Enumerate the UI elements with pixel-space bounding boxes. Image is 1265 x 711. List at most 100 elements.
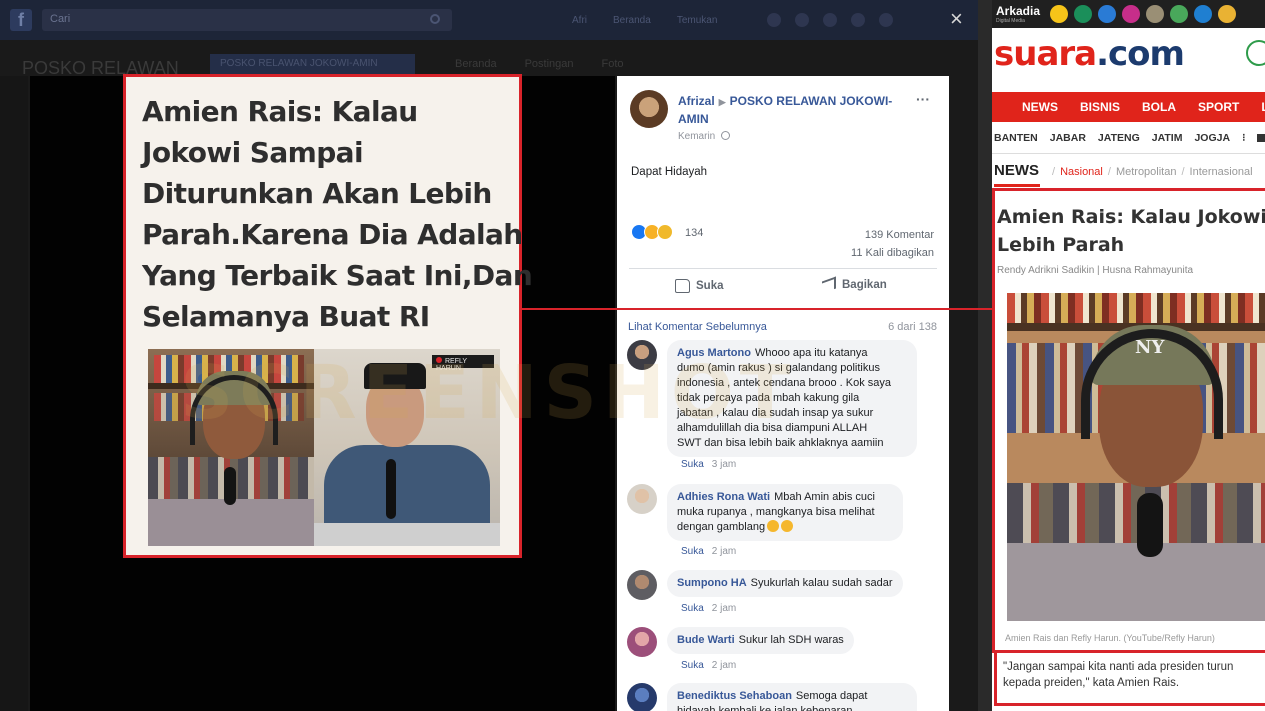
nav-bola[interactable]: BOLA bbox=[1142, 100, 1176, 114]
article-title: Amien Rais: Kalau Jokowi Lebih Parah bbox=[997, 203, 1265, 259]
extension-icon[interactable] bbox=[1218, 5, 1237, 23]
meme-headline-line: Diturunkan Akan Lebih bbox=[142, 177, 492, 210]
like-button[interactable]: Suka bbox=[675, 279, 724, 293]
laughing-emoji-icon bbox=[781, 520, 794, 532]
laptop bbox=[314, 523, 500, 546]
notifications-icon[interactable] bbox=[823, 13, 838, 27]
reaction-icons[interactable] bbox=[631, 224, 673, 240]
extension-icon[interactable] bbox=[1194, 5, 1213, 23]
extension-icon[interactable] bbox=[1146, 5, 1165, 23]
breadcrumb-news[interactable]: NEWS bbox=[994, 162, 1039, 179]
avatar[interactable] bbox=[627, 570, 657, 600]
meme-image[interactable]: Amien Rais: Kalau Jokowi Sampai Diturunk… bbox=[123, 74, 533, 558]
region-jateng[interactable]: JATENG bbox=[1098, 132, 1140, 144]
post-time-label: Kemarin bbox=[678, 131, 716, 142]
suara-logo-main: suara bbox=[994, 34, 1097, 74]
tab-posts[interactable]: Postingan bbox=[525, 58, 574, 70]
microphone-icon bbox=[1137, 493, 1163, 557]
suara-main-nav: NEWS BISNIS BOLA SPORT L bbox=[992, 92, 1265, 122]
nav-sport[interactable]: SPORT bbox=[1198, 100, 1239, 114]
arrow-right-icon: ▶ bbox=[718, 97, 726, 107]
close-icon[interactable]: × bbox=[950, 8, 963, 30]
avatar[interactable] bbox=[630, 90, 668, 128]
nav-discover[interactable]: Temukan bbox=[677, 15, 718, 26]
share-count[interactable]: 11 Kali dibagikan bbox=[851, 244, 934, 262]
comment-like-link[interactable]: Suka bbox=[681, 546, 704, 557]
region-nav: BANTEN JABAR JATENG JATIM JOGJA ⁝ bbox=[994, 132, 1265, 144]
extension-icon[interactable] bbox=[1074, 5, 1093, 23]
view-previous-comments-link[interactable]: Lihat Komentar Sebelumnya bbox=[628, 321, 767, 333]
comment-like-link[interactable]: Suka bbox=[681, 603, 704, 614]
meme-headline-line: Selamanya Buat RI bbox=[142, 300, 430, 333]
facebook-logo-icon[interactable]: f bbox=[10, 9, 32, 31]
nav-news[interactable]: NEWS bbox=[1022, 100, 1058, 114]
commenter-name[interactable]: Sumpono HA bbox=[677, 577, 747, 589]
article-photo[interactable]: NY bbox=[1007, 293, 1265, 621]
region-banten[interactable]: BANTEN bbox=[994, 132, 1038, 144]
region-more[interactable]: ⁝ bbox=[1242, 132, 1245, 144]
comment: Adhies Rona Wati Mbah Amin abis cuci muka… bbox=[627, 484, 937, 564]
comment-time[interactable]: 3 jam bbox=[712, 459, 736, 470]
video-camera-icon[interactable] bbox=[1257, 134, 1265, 142]
comment-count[interactable]: 139 Komentar bbox=[851, 226, 934, 244]
search-input[interactable]: Cari bbox=[42, 9, 452, 31]
comment-bubble: Benediktus Sehaboan Semoga dapat hidayah … bbox=[667, 683, 917, 711]
haha-reaction-icon bbox=[657, 224, 673, 240]
nav-home[interactable]: Beranda bbox=[613, 15, 651, 26]
suara-logo[interactable]: suara.com bbox=[994, 34, 1185, 74]
laptop bbox=[148, 499, 314, 546]
comment-time[interactable]: 2 jam bbox=[712, 546, 736, 557]
connector-line bbox=[522, 308, 994, 310]
tab-home[interactable]: Beranda bbox=[455, 58, 497, 70]
post-timestamp[interactable]: Kemarin bbox=[678, 131, 731, 142]
article-quote: "Jangan sampai kita nanti ada presiden t… bbox=[994, 650, 1265, 706]
commenter-name[interactable]: Benediktus Sehaboan bbox=[677, 690, 792, 702]
suara-page: suara.com NEWS BISNIS BOLA SPORT L BANTE… bbox=[992, 28, 1265, 711]
page-cover-bar: POSKO RELAWAN JOKOWI-AMIN bbox=[210, 54, 415, 74]
theater-left-strip bbox=[0, 76, 28, 711]
friends-icon[interactable] bbox=[767, 13, 782, 27]
nav-profile[interactable]: Afri bbox=[572, 15, 587, 26]
author-link[interactable]: Afrizal bbox=[678, 94, 715, 108]
badge-icon bbox=[1246, 40, 1265, 66]
comment: Sumpono HA Syukurlah kalau sudah sadar Su… bbox=[627, 570, 937, 620]
search-icon[interactable] bbox=[430, 14, 440, 24]
comment-like-link[interactable]: Suka bbox=[681, 660, 704, 671]
breadcrumb: NEWS / Nasional / Metropolitan / Internasional bbox=[994, 162, 1253, 179]
comment-like-link[interactable]: Suka bbox=[681, 459, 704, 470]
commenter-name[interactable]: Bude Warti bbox=[677, 634, 735, 646]
article-byline[interactable]: Rendy Adrikni Sadikin | Husna Rahmayunit… bbox=[997, 265, 1193, 276]
arkadia-logo[interactable]: Arkadia Digital Media bbox=[996, 4, 1040, 24]
messenger-icon[interactable] bbox=[795, 13, 810, 27]
breadcrumb-nasional[interactable]: Nasional bbox=[1060, 166, 1103, 178]
region-jabar[interactable]: JABAR bbox=[1050, 132, 1086, 144]
comment-time[interactable]: 2 jam bbox=[712, 660, 736, 671]
avatar[interactable] bbox=[627, 484, 657, 514]
comment-text: Syukurlah kalau sudah sadar bbox=[750, 577, 893, 589]
tab-photos[interactable]: Foto bbox=[602, 58, 624, 70]
emoji-extension-icon[interactable] bbox=[1050, 5, 1069, 23]
breadcrumb-metropolitan[interactable]: Metropolitan bbox=[1116, 166, 1177, 178]
extension-icon[interactable] bbox=[1122, 5, 1141, 23]
nav-bisnis[interactable]: BISNIS bbox=[1080, 100, 1120, 114]
extension-icon[interactable] bbox=[1170, 5, 1189, 23]
commenter-name[interactable]: Adhies Rona Wati bbox=[677, 491, 770, 503]
help-icon[interactable] bbox=[851, 13, 866, 27]
reaction-count[interactable]: 134 bbox=[685, 227, 703, 239]
comment: Bude Warti Sukur lah SDH waras Suka 2 jam bbox=[627, 627, 937, 677]
comment-time[interactable]: 2 jam bbox=[712, 603, 736, 614]
microphone-icon bbox=[224, 467, 236, 505]
region-jatim[interactable]: JATIM bbox=[1152, 132, 1183, 144]
comment-bubble: Bude Warti Sukur lah SDH waras bbox=[667, 627, 854, 654]
laughing-emoji-icon bbox=[767, 520, 780, 532]
more-options-icon[interactable]: ··· bbox=[916, 91, 930, 107]
globe-icon bbox=[721, 131, 731, 140]
share-button[interactable]: Bagikan bbox=[822, 276, 887, 294]
region-jogja[interactable]: JOGJA bbox=[1194, 132, 1230, 144]
avatar[interactable] bbox=[627, 627, 657, 657]
extension-icon[interactable] bbox=[1098, 5, 1117, 23]
menu-icon[interactable] bbox=[879, 13, 894, 27]
breadcrumb-internasional[interactable]: Internasional bbox=[1190, 166, 1253, 178]
nav-more[interactable]: L bbox=[1261, 100, 1265, 114]
avatar[interactable] bbox=[627, 683, 657, 711]
